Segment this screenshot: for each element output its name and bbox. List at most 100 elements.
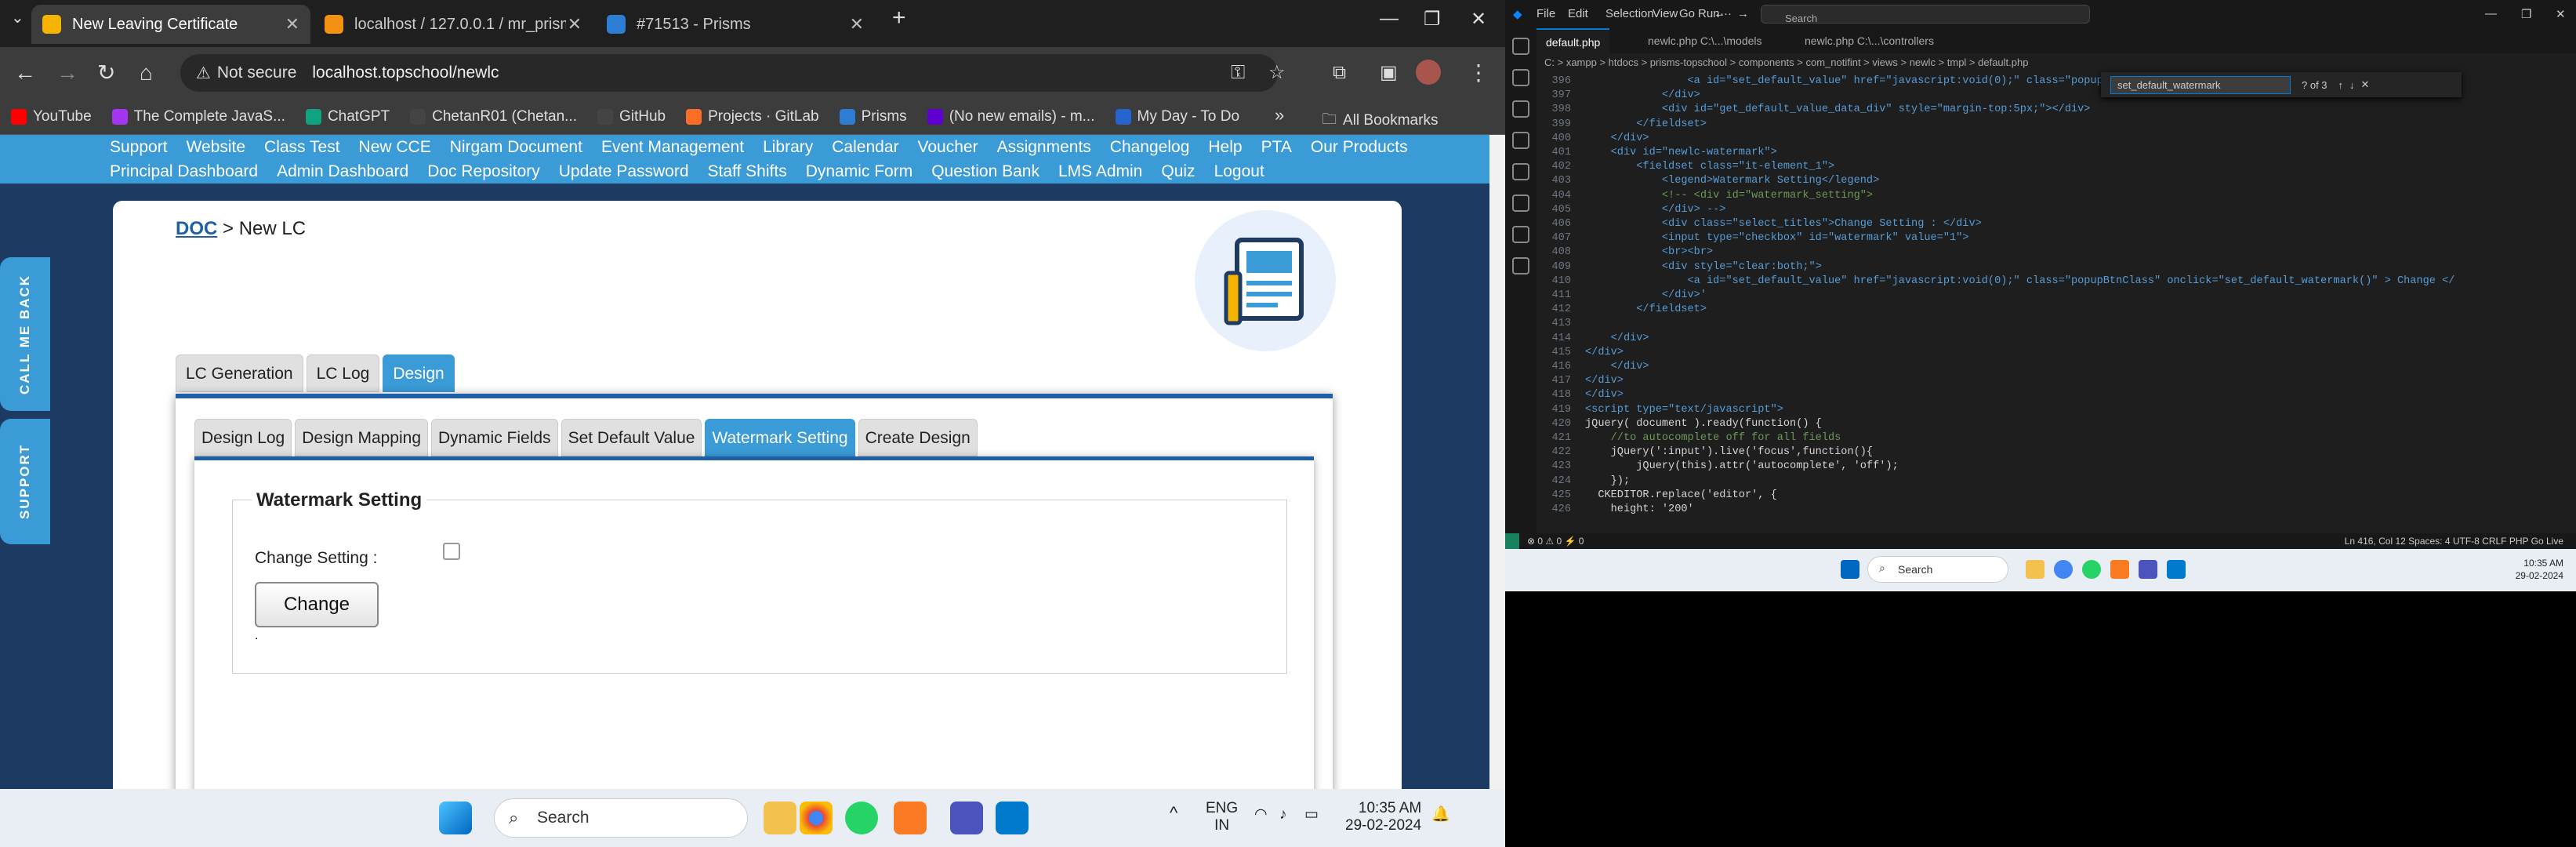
code-line[interactable]: </div> [1585,347,1624,358]
subtab-set-default-value[interactable]: Set Default Value [561,419,702,456]
code-line[interactable]: <br><br> [1585,246,1713,258]
code-line[interactable]: }); [1585,475,1630,487]
breadcrumb-doc-link[interactable]: DOC [176,218,217,239]
chevron-up-icon[interactable]: ^ [1170,805,1177,822]
site-nav-link[interactable]: Our Products [1311,138,1408,157]
bookmark-star-icon[interactable]: ☆ [1268,60,1286,86]
menu-item[interactable]: Selection [1605,7,1654,20]
vscode-icon[interactable] [996,802,1029,834]
site-nav-link[interactable]: Calendar [832,138,898,157]
all-bookmarks[interactable]: 🗀 All Bookmarks [1322,108,1438,133]
site-nav-link[interactable]: Event Management [601,138,744,157]
more-bookmarks-icon[interactable]: » [1275,105,1284,125]
code-line[interactable]: </div>' [1585,289,1707,301]
code-editor[interactable]: 396 <a id="set_default_value" href="java… [1537,72,2540,533]
tab-phpmyadmin[interactable]: localhost / 127.0.0.1 / mr_prism ✕ [314,5,593,44]
site-nav-link[interactable]: Changelog [1110,138,1190,157]
site-nav-link[interactable]: Help [1208,138,1242,157]
code-line[interactable]: <input type="checkbox" id="watermark" va… [1585,232,1969,244]
xampp-icon[interactable] [894,802,927,834]
status-right[interactable]: Ln 416, Col 12 Spaces: 4 UTF-8 CRLF PHP … [2345,533,2563,549]
close-icon[interactable]: ✕ [850,14,864,35]
reload-icon[interactable]: ↻ [97,60,115,86]
site-nav-link[interactable]: Voucher [918,138,978,157]
notification-bell-icon[interactable]: 🔔 [1431,806,1450,823]
tab-search-icon[interactable]: ⌄ [11,5,24,31]
minimize-icon[interactable]: — [2485,7,2497,20]
code-line[interactable]: <a id="set_default_value" href="javascri… [1585,275,2455,287]
language-indicator[interactable]: ENG IN [1206,800,1238,834]
key-icon[interactable]: ⚿ [1231,60,1245,86]
code-line[interactable]: </div> [1585,375,1624,387]
code-line[interactable]: <div style="clear:both;"> [1585,261,1822,273]
vscode-icon[interactable] [2167,560,2186,579]
site-nav-link[interactable]: Logout [1214,162,1264,181]
search-icon[interactable] [1512,69,1529,86]
site-nav-link[interactable]: PTA [1261,138,1292,157]
volume-icon[interactable]: ♪ [1279,806,1287,823]
windows-start-icon[interactable] [439,802,472,834]
editor-tab-default-php[interactable]: default.php [1537,28,1610,53]
site-nav-link[interactable]: Website [187,138,245,157]
teams-icon[interactable] [950,802,983,834]
bookmark-todo[interactable]: My Day - To Do [1115,108,1239,125]
back-icon[interactable]: ← [1714,7,1725,20]
profile-avatar[interactable] [1416,60,1441,85]
github-icon[interactable] [1512,257,1529,274]
code-line[interactable]: height: '200' [1585,503,1694,515]
minimap[interactable] [2542,72,2576,533]
site-nav-link[interactable]: Staff Shifts [708,162,787,181]
command-search[interactable]: Search [1761,5,2090,24]
site-nav-link[interactable]: Admin Dashboard [277,162,408,181]
next-match-icon[interactable]: ↓ [2349,79,2355,91]
close-icon[interactable]: ✕ [568,14,582,35]
remote-indicator-icon[interactable] [1505,533,1519,549]
menu-item[interactable]: View [1653,7,1678,20]
taskbar-search[interactable]: ⌕ Search [494,798,748,838]
site-nav-link[interactable]: Nirgam Document [450,138,582,157]
chrome-icon[interactable] [800,802,833,834]
file-explorer-icon[interactable] [764,802,796,834]
code-line[interactable]: <div class="select_titles">Change Settin… [1585,218,1982,230]
code-line[interactable]: </div> [1585,89,1700,101]
code-line[interactable]: //to autocomplete off for all fields [1585,432,1841,444]
code-line[interactable]: </fieldset> [1585,118,1707,130]
remote-icon[interactable] [1512,194,1529,212]
bookmark-github[interactable]: GitHub [597,108,666,125]
not-secure-badge[interactable]: ⚠ Not secure [196,64,296,83]
problems-indicator[interactable]: ⊗ 0 ⚠ 0 ⚡ 0 [1527,533,1584,549]
code-line[interactable]: </fieldset> [1585,304,1707,315]
code-line[interactable]: <div id="get_default_value_data_div" sty… [1585,104,2091,115]
file-explorer-icon[interactable] [2026,560,2044,579]
code-line[interactable]: CKEDITOR.replace('editor', { [1585,489,1776,501]
site-nav-link[interactable]: Class Test [264,138,339,157]
clock[interactable]: 10:35 AM 29-02-2024 [2516,557,2563,582]
site-nav-link[interactable]: Principal Dashboard [110,162,258,181]
new-tab-icon[interactable]: + [892,5,906,31]
extensions-icon[interactable]: ⧉ [1333,60,1346,86]
site-nav-link[interactable]: Quiz [1161,162,1195,181]
code-line[interactable]: </div> [1585,361,1649,373]
code-line[interactable]: <legend>Watermark Setting</legend> [1585,175,1879,187]
clock[interactable]: 10:35 AM 29-02-2024 [1345,800,1421,834]
subtab-dynamic-fields[interactable]: Dynamic Fields [431,419,558,456]
sidebar-icon[interactable]: ▣ [1380,60,1398,86]
site-nav-link[interactable]: Dynamic Form [806,162,913,181]
restore-icon[interactable]: ❐ [2521,7,2531,21]
bookmark-youtube[interactable]: YouTube [11,108,92,125]
back-icon[interactable]: ← [14,60,36,86]
run-debug-icon[interactable] [1512,132,1529,149]
editor-tab-newlc-controllers[interactable]: newlc.php C:\...\controllers [1795,28,1943,53]
tab-prisms[interactable]: #71513 - Prisms ✕ [596,5,875,44]
page-scrollbar[interactable] [1489,135,1505,789]
url-text[interactable]: localhost.topschool/newlc [312,64,499,82]
chrome-icon[interactable] [2054,560,2073,579]
xampp-icon[interactable] [2110,560,2129,579]
restore-icon[interactable]: ❐ [1424,8,1441,31]
tab-design[interactable]: Design [383,354,455,392]
watermark-checkbox[interactable] [443,543,460,560]
site-nav-link[interactable]: New CCE [359,138,431,157]
whatsapp-icon[interactable] [2082,560,2101,579]
forward-icon[interactable]: → [56,60,78,86]
site-nav-link[interactable]: Update Password [559,162,689,181]
